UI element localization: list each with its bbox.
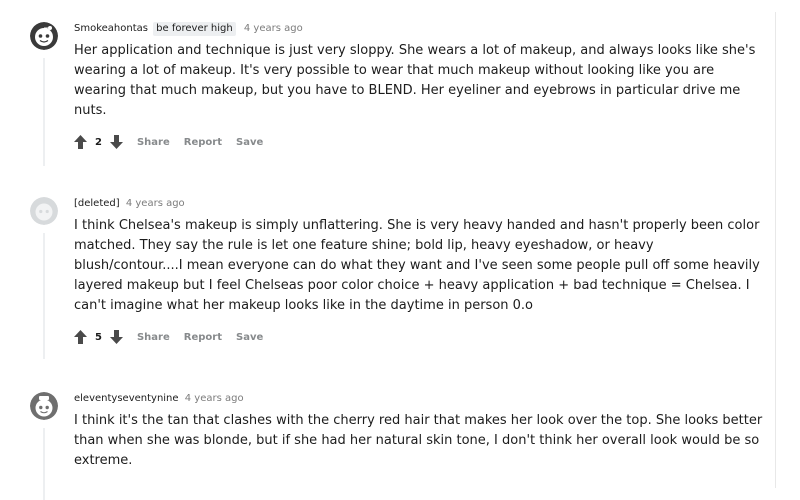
vote-score: 5 (95, 331, 102, 343)
vote-controls: 2 (74, 135, 123, 149)
comment-actions: 2 Share Report Save (74, 132, 770, 152)
deleted-avatar-icon (30, 197, 58, 225)
author-name[interactable]: Smokeahontas (74, 23, 148, 34)
save-button[interactable]: Save (236, 332, 263, 343)
thread-line[interactable] (43, 58, 45, 166)
share-button[interactable]: Share (137, 137, 170, 148)
snoo-avatar-icon[interactable] (30, 392, 58, 420)
save-button[interactable]: Save (236, 137, 263, 148)
downvote-icon[interactable] (109, 135, 123, 149)
comment-text: I think it's the tan that clashes with t… (74, 413, 763, 468)
comment-meta: eleventyseventynine 4 years ago (74, 392, 770, 406)
user-flair: be forever high (153, 22, 236, 36)
snoo-avatar-icon[interactable] (30, 22, 58, 50)
vote-score: 2 (95, 136, 102, 148)
upvote-icon[interactable] (74, 330, 87, 344)
comment-actions: 5 Share Report Save (74, 327, 770, 347)
timestamp[interactable]: 4 years ago (185, 393, 244, 404)
comment-meta: [deleted] 4 years ago (74, 197, 770, 211)
thread-line[interactable] (43, 428, 45, 500)
comment-text: Her application and technique is just ve… (74, 43, 756, 118)
report-button[interactable]: Report (184, 332, 222, 343)
author-name[interactable]: eleventyseventynine (74, 393, 179, 404)
thread-line[interactable] (43, 233, 45, 359)
downvote-icon[interactable] (109, 330, 123, 344)
comment-meta: Smokeahontas be forever high 4 years ago (74, 22, 770, 36)
comment-text: I think Chelsea's makeup is simply unfla… (74, 218, 760, 313)
divider (775, 12, 776, 488)
timestamp[interactable]: 4 years ago (126, 198, 185, 209)
report-button[interactable]: Report (184, 137, 222, 148)
timestamp[interactable]: 4 years ago (244, 23, 303, 34)
share-button[interactable]: Share (137, 332, 170, 343)
vote-controls: 5 (74, 330, 123, 344)
comment-thread: Smokeahontas be forever high 4 years ago… (0, 0, 800, 500)
author-name: [deleted] (74, 198, 120, 209)
upvote-icon[interactable] (74, 135, 87, 149)
